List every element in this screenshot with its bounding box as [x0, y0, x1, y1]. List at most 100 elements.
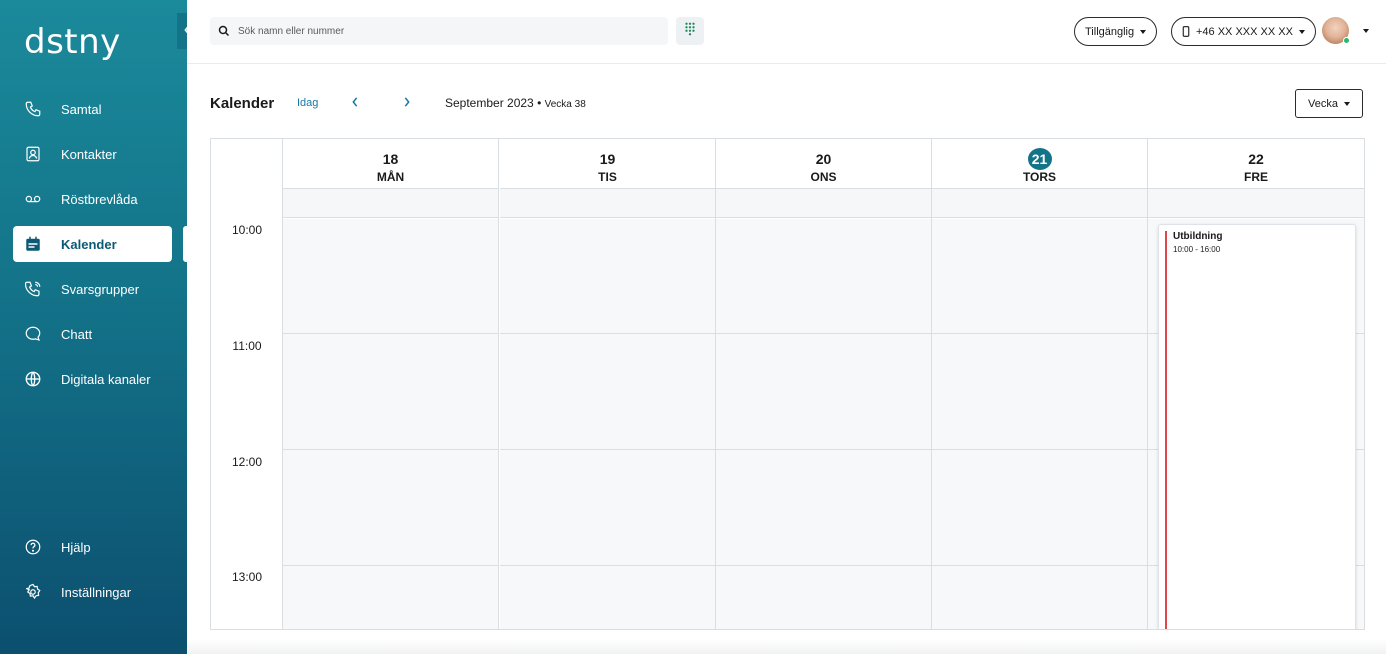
scroll-shadow: [187, 640, 1386, 654]
hour-divider: [932, 449, 1147, 450]
hour-divider: [283, 333, 498, 334]
sidebar-item-label: Digitala kanaler: [61, 371, 151, 387]
active-indicator: [183, 226, 189, 262]
search-input[interactable]: [238, 25, 638, 37]
day-name: FRE: [1244, 170, 1268, 184]
view-label: Vecka: [1308, 97, 1338, 110]
sidebar-item-label: Röstbrevlåda: [61, 191, 138, 207]
phone-icon: [23, 99, 43, 119]
all-day-slot[interactable]: [1148, 189, 1364, 218]
chevron-down-icon: [1298, 29, 1305, 34]
dialpad-button[interactable]: [676, 17, 704, 45]
chevron-down-icon: [1140, 29, 1147, 34]
sidebar-item-digitala-kanaler[interactable]: Digitala kanaler: [13, 361, 172, 397]
all-day-slot[interactable]: [932, 189, 1147, 218]
chat-icon: [23, 324, 43, 344]
week-number: Vecka 38: [544, 99, 586, 110]
day-header: 18 MÅN: [283, 139, 498, 189]
calendar-icon: [23, 234, 43, 254]
time-label: 11:00: [232, 339, 262, 353]
day-column[interactable]: 18 MÅN: [283, 139, 499, 629]
hour-divider: [283, 565, 498, 566]
availability-label: Tillgänglig: [1085, 25, 1135, 38]
day-column[interactable]: 19 TIS: [500, 139, 716, 629]
chevron-down-icon: [1343, 101, 1350, 106]
time-slots: [932, 219, 1147, 629]
phone-number-label: +46 XX XXX XX XX: [1196, 25, 1293, 38]
day-number: 19: [599, 151, 616, 167]
day-name: MÅN: [376, 170, 405, 184]
dialpad-icon: [684, 22, 696, 41]
globe-icon: [23, 369, 43, 389]
day-column-today[interactable]: 21 TORS: [932, 139, 1148, 629]
all-day-slot[interactable]: [716, 189, 931, 218]
today-button[interactable]: Idag: [297, 97, 318, 109]
day-header: 22 FRE: [1148, 139, 1364, 189]
hour-divider: [500, 333, 715, 334]
search-box: [210, 17, 668, 45]
chevron-left-icon: [351, 94, 359, 112]
previous-week-button[interactable]: [347, 95, 363, 111]
all-day-slot[interactable]: [500, 189, 715, 218]
sidebar-item-label: Chatt: [61, 326, 93, 342]
mobile-phone-icon: [1182, 26, 1190, 37]
top-bar: Tillgänglig +46 XX XXX XX XX: [187, 0, 1386, 64]
time-label: 10:00: [231, 223, 263, 237]
search-icon: [218, 25, 230, 37]
chevron-right-icon: [403, 94, 411, 112]
next-week-button[interactable]: [399, 95, 415, 111]
sidebar-item-kontakter[interactable]: Kontakter: [13, 136, 172, 172]
hour-divider: [716, 333, 931, 334]
calendar-grid: 10:00 11:00 12:00 13:00 18 MÅN 19 TIS 20…: [210, 138, 1365, 630]
hour-divider: [932, 333, 1147, 334]
online-status-dot: [1343, 37, 1350, 44]
event-title: Utbildning: [1173, 231, 1223, 242]
sidebar-item-installningar[interactable]: Inställningar: [13, 574, 172, 610]
day-name: TORS: [1022, 170, 1057, 184]
hour-divider: [716, 449, 931, 450]
day-header: 20 ONS: [716, 139, 931, 189]
voicemail-icon: [23, 189, 43, 209]
hour-divider: [500, 449, 715, 450]
time-slots: [716, 219, 931, 629]
app-logo: dstny: [24, 22, 121, 62]
sidebar-item-chatt[interactable]: Chatt: [13, 316, 172, 352]
day-header: 21 TORS: [932, 139, 1147, 189]
all-day-slot[interactable]: [283, 189, 498, 218]
sidebar-item-label: Kontakter: [61, 146, 117, 162]
sidebar-item-label: Samtal: [61, 101, 102, 117]
gear-icon: [23, 582, 43, 602]
hour-divider: [283, 449, 498, 450]
sidebar-item-hjalp[interactable]: Hjälp: [13, 529, 172, 565]
separator: •: [537, 96, 542, 110]
time-label: 12:00: [231, 455, 263, 469]
hour-divider: [716, 565, 931, 566]
help-icon: [23, 537, 43, 557]
hour-divider: [500, 565, 715, 566]
day-number: 18: [382, 151, 399, 167]
sidebar-item-label: Inställningar: [61, 584, 132, 600]
day-number: 20: [815, 151, 832, 167]
page-title: Kalender: [210, 95, 275, 112]
hour-divider: [932, 565, 1147, 566]
sidebar: dstny Samtal Kontakter Röstbrevlåda Kale…: [0, 0, 187, 654]
sidebar-item-label: Svarsgrupper: [61, 281, 140, 297]
time-label: 13:00: [231, 570, 263, 584]
sidebar-item-label: Hjälp: [61, 539, 91, 555]
view-select[interactable]: Vecka: [1295, 89, 1363, 118]
event-accent-bar: [1165, 231, 1167, 629]
calendar-event[interactable]: Utbildning 10:00 - 16:00: [1158, 224, 1356, 629]
user-menu-chevron-down-icon[interactable]: [1363, 29, 1369, 33]
availability-select[interactable]: Tillgänglig: [1074, 17, 1158, 46]
sidebar-item-kalender[interactable]: Kalender: [13, 226, 172, 262]
group-phone-icon: [23, 279, 43, 299]
sidebar-item-samtal[interactable]: Samtal: [13, 91, 172, 127]
sidebar-item-svarsgrupper[interactable]: Svarsgrupper: [13, 271, 172, 307]
day-column[interactable]: 20 ONS: [716, 139, 932, 629]
day-number-today: 21: [1027, 148, 1052, 170]
sidebar-item-rostbrevlada[interactable]: Röstbrevlåda: [13, 181, 172, 217]
phone-number-select[interactable]: +46 XX XXX XX XX: [1171, 17, 1316, 46]
sidebar-item-label: Kalender: [61, 236, 117, 252]
time-slots: [283, 219, 498, 629]
period-label: September 2023 • Vecka 38: [445, 96, 586, 110]
